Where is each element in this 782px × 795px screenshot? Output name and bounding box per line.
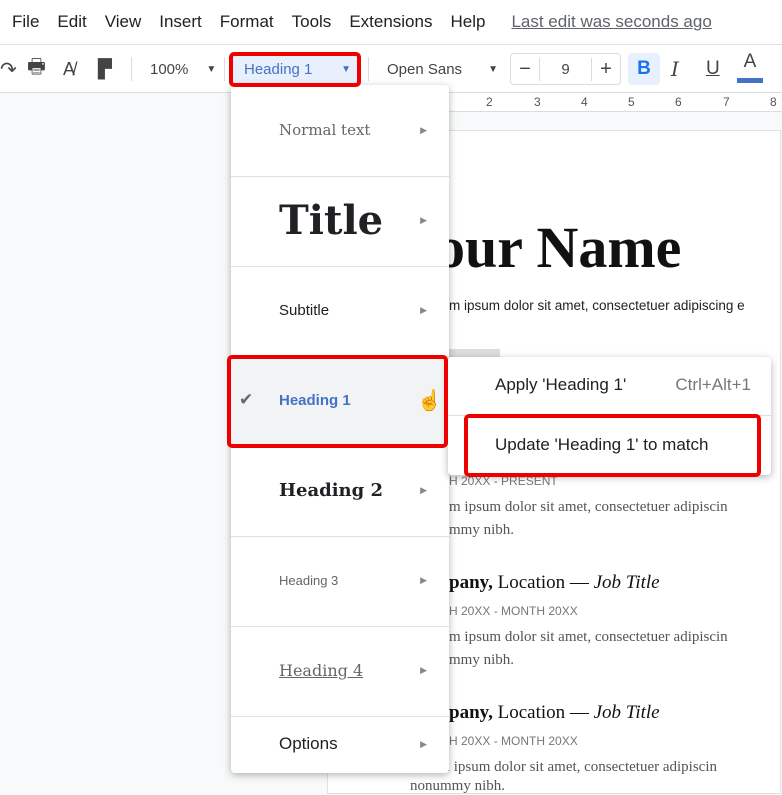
style-heading-2[interactable]: Heading 2 ▶ [231, 445, 449, 535]
doc-location: Location — [492, 702, 594, 723]
doc-job-title: Job Title [593, 572, 660, 593]
ruler-mark: 2 [486, 95, 493, 109]
submenu-arrow-icon: ▶ [420, 214, 427, 225]
doc-job-heading: pany, Location — Job Title [449, 702, 660, 724]
style-select[interactable]: Heading 1 ▼ [233, 53, 357, 85]
style-value: Heading 1 [244, 60, 313, 78]
text-color-button[interactable]: A [737, 45, 763, 83]
doc-body: mmy nibh. [449, 652, 515, 668]
underline-button[interactable]: U [706, 45, 720, 93]
menu-extensions[interactable]: Extensions [349, 12, 432, 32]
ruler[interactable]: 2 3 4 5 6 7 8 [410, 93, 782, 112]
doc-body: mmy nibh. [449, 522, 515, 538]
paint-format-icon[interactable]: ▛ [98, 45, 112, 93]
style-heading-4[interactable]: Heading 4 ▶ [231, 625, 449, 715]
ruler-mark: 7 [723, 95, 730, 109]
doc-intro: m ipsum dolor sit amet, consectetuer adi… [449, 298, 745, 313]
doc-name: our Name [436, 215, 682, 280]
doc-date: H 20XX - MONTH 20XX [449, 734, 578, 748]
zoom-select[interactable]: 100% ▼ [150, 45, 216, 93]
ruler-mark: 3 [534, 95, 541, 109]
doc-job-heading: pany, Location — Job Title [449, 572, 660, 594]
paragraph-style-menu: Normal text ▶ Title ▶ Subtitle ▶ ✔ Heading 1… [231, 85, 449, 773]
doc-body: nonummy nibh. [410, 778, 506, 794]
submenu-arrow-icon: ▶ [420, 304, 427, 315]
menu-bar: File Edit View Insert Format Tools Exten… [0, 0, 782, 45]
update-heading-1-item[interactable]: Update 'Heading 1' to match [448, 417, 771, 473]
spellcheck-icon[interactable]: A̸ [63, 45, 75, 93]
zoom-value: 100% [150, 60, 189, 78]
doc-location: Location — [492, 572, 594, 593]
style-subtitle[interactable]: Subtitle ▶ [231, 265, 449, 355]
ruler-mark: 8 [770, 95, 777, 109]
ruler-mark: 4 [581, 95, 588, 109]
doc-job-title: Job Title [593, 702, 660, 723]
chevron-down-icon: ▼ [341, 63, 351, 75]
chevron-down-icon: ▼ [488, 63, 498, 75]
menu-help[interactable]: Help [450, 12, 485, 32]
menu-tools[interactable]: Tools [292, 12, 332, 32]
doc-company: pany, [449, 702, 493, 723]
style-heading-1[interactable]: ✔ Heading 1 ☝ [231, 355, 449, 445]
hand-cursor-icon: ☝ [417, 389, 442, 412]
redo-icon[interactable]: ↷ [0, 45, 17, 93]
doc-date: H 20XX - PRESENT [449, 474, 558, 488]
style-normal-text[interactable]: Normal text ▶ [231, 85, 449, 175]
italic-button[interactable]: I [671, 45, 679, 93]
submenu-arrow-icon: ▶ [420, 124, 427, 135]
print-icon[interactable]: 🖶 [27, 45, 46, 93]
ruler-mark: 6 [675, 95, 682, 109]
chevron-down-icon: ▼ [206, 63, 217, 75]
menu-insert[interactable]: Insert [159, 12, 202, 32]
bold-button[interactable]: B [628, 53, 660, 85]
submenu-arrow-icon: ▶ [420, 738, 427, 749]
menu-file[interactable]: File [12, 12, 39, 32]
menu-format[interactable]: Format [220, 12, 274, 32]
increase-font-size-button[interactable]: + [591, 57, 620, 81]
font-value: Open Sans [387, 60, 463, 78]
style-heading-3[interactable]: Heading 3 ▶ [231, 535, 449, 625]
menu-edit[interactable]: Edit [57, 12, 86, 32]
style-title[interactable]: Title ▶ [231, 175, 449, 265]
last-edit-link[interactable]: Last edit was seconds ago [511, 12, 711, 32]
heading-1-submenu: Apply 'Heading 1' Ctrl+Alt+1 Update 'Head… [448, 357, 771, 475]
shortcut-label: Ctrl+Alt+1 [675, 375, 751, 394]
doc-company: pany, [449, 572, 493, 593]
menu-view[interactable]: View [105, 12, 142, 32]
ruler-mark: 5 [628, 95, 635, 109]
submenu-arrow-icon: ▶ [420, 484, 427, 495]
style-options[interactable]: Options ▶ [231, 717, 449, 771]
doc-body: m ipsum dolor sit amet, consectetuer adi… [449, 499, 728, 515]
font-size-stepper: − 9 + [510, 53, 621, 85]
doc-body: Lorem ipsum dolor sit amet, consectetuer… [410, 759, 718, 775]
submenu-arrow-icon: ▶ [420, 574, 427, 585]
doc-body: m ipsum dolor sit amet, consectetuer adi… [449, 629, 728, 645]
submenu-arrow-icon: ▶ [420, 664, 427, 675]
checkmark-icon: ✔ [239, 390, 254, 409]
decrease-font-size-button[interactable]: − [511, 57, 540, 81]
doc-date: H 20XX - MONTH 20XX [449, 604, 578, 618]
apply-heading-1-item[interactable]: Apply 'Heading 1' Ctrl+Alt+1 [448, 357, 771, 413]
font-size-input[interactable]: 9 [540, 61, 591, 78]
